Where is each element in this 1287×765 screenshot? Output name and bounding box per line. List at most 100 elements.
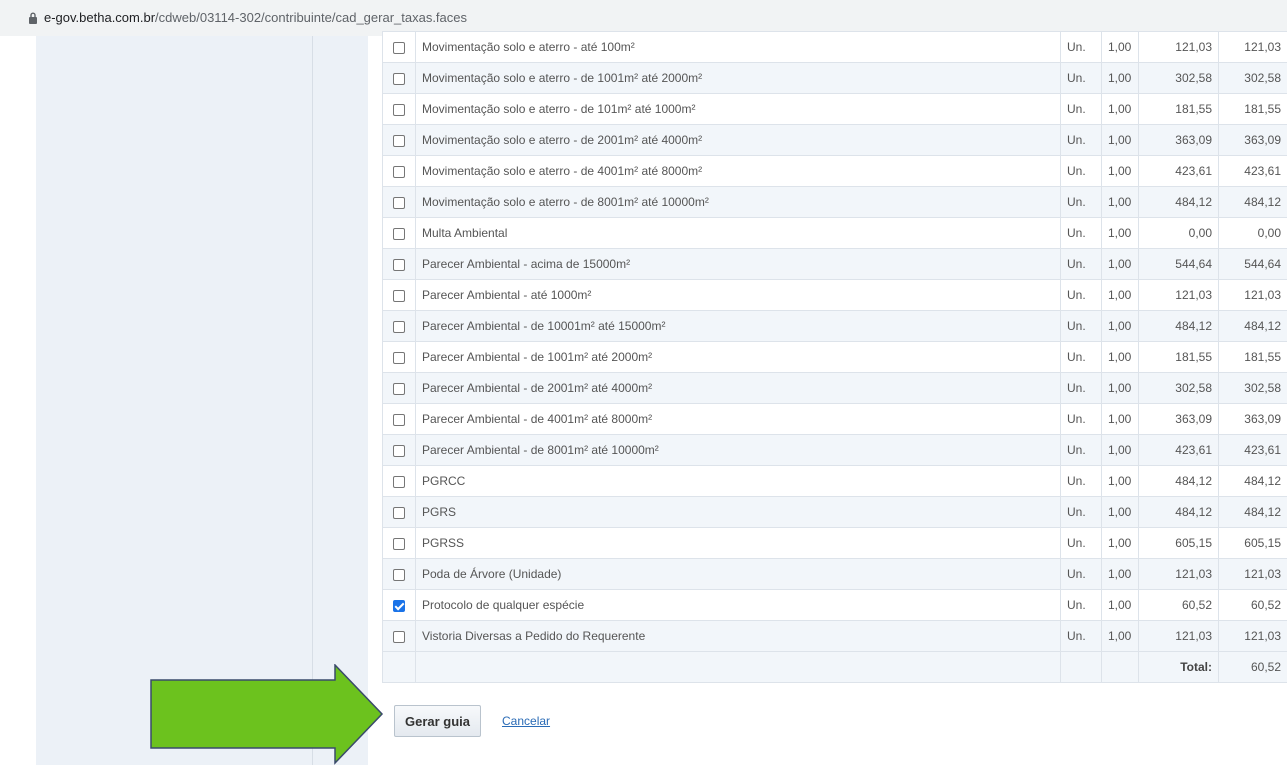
- total-row: Total: 60,52: [382, 651, 1287, 683]
- taxa-quantity: 1,00: [1101, 372, 1139, 404]
- checkbox-cell[interactable]: [382, 310, 416, 342]
- taxa-total: 121,03: [1218, 31, 1287, 63]
- checkbox[interactable]: [393, 196, 405, 209]
- taxa-quantity: 1,00: [1101, 341, 1139, 373]
- total-empty-cell: [382, 651, 416, 683]
- taxa-unit: Un.: [1060, 217, 1102, 249]
- checkbox[interactable]: [393, 537, 405, 550]
- checkbox-cell[interactable]: [382, 527, 416, 559]
- checkbox-cell[interactable]: [382, 93, 416, 125]
- taxa-description: Parecer Ambiental - de 2001m² até 4000m²: [415, 372, 1061, 404]
- taxa-total: 181,55: [1218, 341, 1287, 373]
- taxa-quantity: 1,00: [1101, 465, 1139, 497]
- checkbox[interactable]: [393, 103, 405, 116]
- checkbox[interactable]: [393, 382, 405, 395]
- table-row: Movimentação solo e aterro - até 100m² Un…: [382, 31, 1287, 63]
- checkbox[interactable]: [393, 568, 405, 581]
- table-row: Parecer Ambiental - de 2001m² até 4000m²…: [382, 372, 1287, 404]
- taxa-total: 121,03: [1218, 620, 1287, 652]
- table-row: Parecer Ambiental - de 8001m² até 10000m…: [382, 434, 1287, 466]
- table-row: Poda de Árvore (Unidade) Un. 1,00 121,03 121…: [382, 558, 1287, 590]
- taxa-description: Movimentação solo e aterro - de 4001m² a…: [415, 155, 1061, 187]
- checkbox-cell[interactable]: [382, 186, 416, 218]
- checkbox-cell[interactable]: [382, 31, 416, 63]
- checkbox[interactable]: [393, 227, 405, 240]
- checkbox[interactable]: [393, 289, 405, 302]
- taxa-unit: Un.: [1060, 186, 1102, 218]
- taxa-unit: Un.: [1060, 155, 1102, 187]
- checkbox-cell[interactable]: [382, 341, 416, 373]
- checkbox[interactable]: [393, 413, 405, 426]
- table-row: Parecer Ambiental - de 10001m² até 15000…: [382, 310, 1287, 342]
- checkbox[interactable]: [393, 41, 405, 54]
- taxa-quantity: 1,00: [1101, 279, 1139, 311]
- gerar-guia-button[interactable]: Gerar guia: [394, 705, 482, 737]
- total-empty-cell: [1060, 651, 1102, 683]
- checkbox[interactable]: [393, 165, 405, 178]
- taxa-quantity: 1,00: [1101, 403, 1139, 435]
- taxa-quantity: 1,00: [1101, 496, 1139, 528]
- checkbox[interactable]: [393, 351, 405, 364]
- taxa-total: 302,58: [1218, 62, 1287, 94]
- checkbox-cell[interactable]: [382, 62, 416, 94]
- taxa-quantity: 1,00: [1101, 589, 1139, 621]
- taxa-description: Parecer Ambiental - de 10001m² até 15000…: [415, 310, 1061, 342]
- checkbox[interactable]: [393, 72, 405, 85]
- taxa-quantity: 1,00: [1101, 31, 1139, 63]
- checkbox-cell[interactable]: [382, 620, 416, 652]
- taxa-value: 302,58: [1138, 372, 1219, 404]
- taxa-unit: Un.: [1060, 465, 1102, 497]
- table-row: PGRSS Un. 1,00 605,15 605,15: [382, 527, 1287, 559]
- checkbox[interactable]: [393, 134, 405, 147]
- checkbox-checked[interactable]: [393, 599, 405, 612]
- taxa-unit: Un.: [1060, 310, 1102, 342]
- taxa-total: 121,03: [1218, 279, 1287, 311]
- checkbox-cell[interactable]: [382, 372, 416, 404]
- taxa-value: 363,09: [1138, 403, 1219, 435]
- taxa-total: 423,61: [1218, 434, 1287, 466]
- taxa-value: 121,03: [1138, 279, 1219, 311]
- taxas-table-body: Movimentação solo e aterro - até 100m² Un…: [382, 31, 1287, 652]
- taxa-total: 302,58: [1218, 372, 1287, 404]
- checkbox-cell[interactable]: [382, 589, 416, 621]
- taxa-value: 484,12: [1138, 465, 1219, 497]
- taxa-total: 121,03: [1218, 558, 1287, 590]
- arrow-shape: [150, 664, 384, 765]
- checkbox-cell[interactable]: [382, 217, 416, 249]
- checkbox-cell[interactable]: [382, 403, 416, 435]
- taxa-total: 0,00: [1218, 217, 1287, 249]
- checkbox-cell[interactable]: [382, 248, 416, 280]
- url-text[interactable]: e-gov.betha.com.br/cdweb/03114-302/contr…: [44, 10, 467, 25]
- taxa-unit: Un.: [1060, 279, 1102, 311]
- checkbox[interactable]: [393, 630, 405, 643]
- taxa-description: PGRCC: [415, 465, 1061, 497]
- taxa-total: 60,52: [1218, 589, 1287, 621]
- taxa-value: 121,03: [1138, 558, 1219, 590]
- checkbox-cell[interactable]: [382, 496, 416, 528]
- checkbox-cell[interactable]: [382, 558, 416, 590]
- taxa-description: Poda de Árvore (Unidade): [415, 558, 1061, 590]
- checkbox-cell[interactable]: [382, 279, 416, 311]
- taxa-value: 181,55: [1138, 93, 1219, 125]
- checkbox-cell[interactable]: [382, 434, 416, 466]
- checkbox-cell[interactable]: [382, 155, 416, 187]
- checkbox[interactable]: [393, 506, 405, 519]
- taxa-description: Vistoria Diversas a Pedido do Requerente: [415, 620, 1061, 652]
- taxa-value: 121,03: [1138, 620, 1219, 652]
- cancelar-link[interactable]: Cancelar: [502, 714, 550, 728]
- taxa-value: 484,12: [1138, 496, 1219, 528]
- checkbox-cell[interactable]: [382, 465, 416, 497]
- checkbox[interactable]: [393, 444, 405, 457]
- taxa-unit: Un.: [1060, 124, 1102, 156]
- checkbox-cell[interactable]: [382, 124, 416, 156]
- total-value: 60,52: [1218, 651, 1287, 683]
- table-row: PGRS Un. 1,00 484,12 484,12: [382, 496, 1287, 528]
- taxa-value: 484,12: [1138, 310, 1219, 342]
- taxa-description: Multa Ambiental: [415, 217, 1061, 249]
- checkbox[interactable]: [393, 258, 405, 271]
- taxa-value: 423,61: [1138, 434, 1219, 466]
- taxa-quantity: 1,00: [1101, 124, 1139, 156]
- checkbox[interactable]: [393, 320, 405, 333]
- taxa-total: 423,61: [1218, 155, 1287, 187]
- checkbox[interactable]: [393, 475, 405, 488]
